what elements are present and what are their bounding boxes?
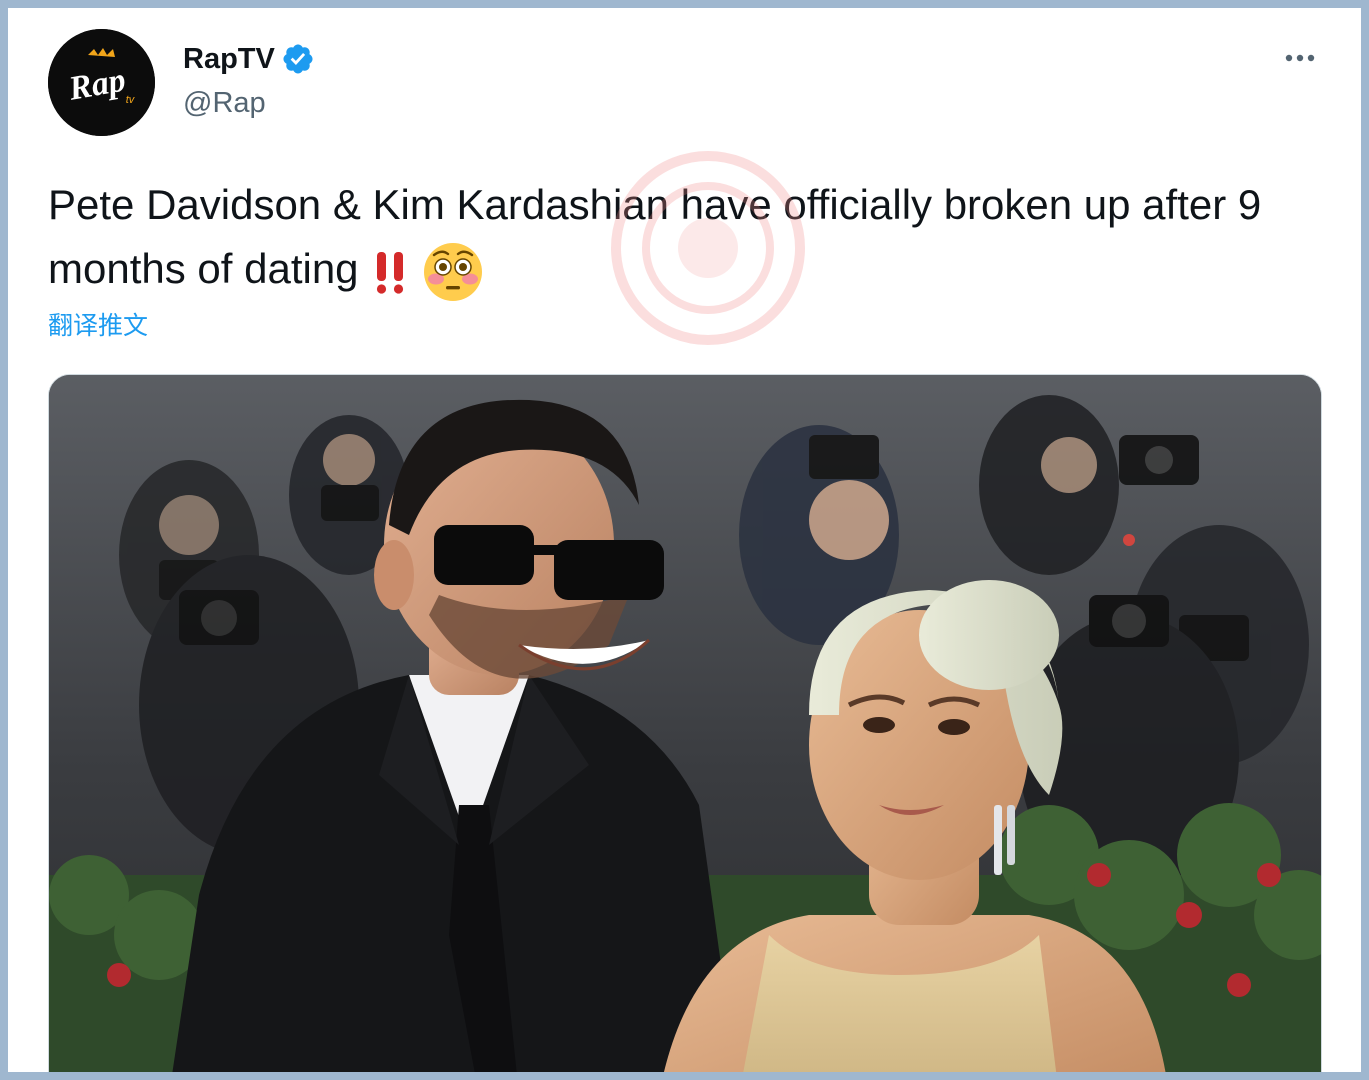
rap-logo-icon: Rap tv <box>48 29 155 136</box>
double-exclamation-icon <box>377 251 404 294</box>
tweet-card: Rap tv RapTV @Rap Pete Davidson & Kim Ka… <box>8 8 1361 1072</box>
photo-illustration <box>49 375 1321 1072</box>
avatar-logo-sub: tv <box>126 94 136 106</box>
more-options-icon[interactable] <box>1278 48 1322 68</box>
tweet-text: Pete Davidson & Kim Kardashian have offi… <box>48 173 1318 303</box>
display-name[interactable]: RapTV <box>183 42 275 76</box>
tweet-body: Pete Davidson & Kim Kardashian have offi… <box>48 181 1262 292</box>
flushed-face-icon <box>423 242 482 301</box>
verified-badge-icon <box>283 44 313 74</box>
translate-tweet-link[interactable]: 翻译推文 <box>48 310 148 342</box>
display-name-row[interactable]: RapTV <box>183 42 315 76</box>
avatar[interactable]: Rap tv <box>48 29 155 136</box>
user-handle[interactable]: @Rap <box>183 86 266 120</box>
tweet-photo[interactable] <box>48 374 1322 1072</box>
